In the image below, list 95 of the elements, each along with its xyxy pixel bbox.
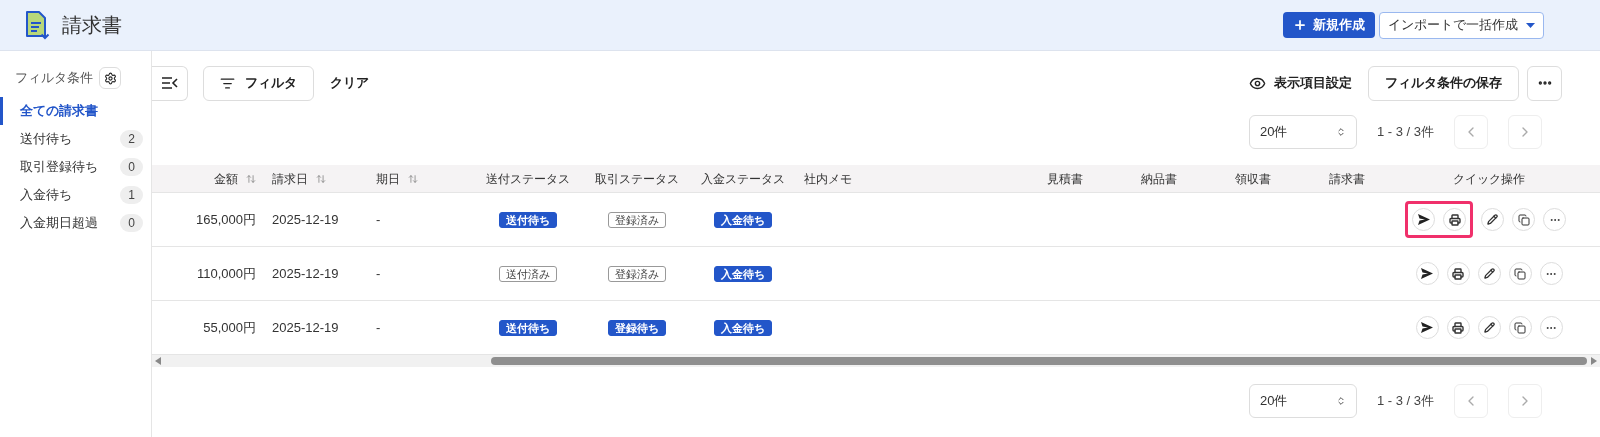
- copy-button[interactable]: [1508, 262, 1532, 285]
- sort-icon[interactable]: [246, 173, 256, 184]
- count-badge: 0: [120, 214, 143, 232]
- column-header: 見積書: [1047, 170, 1083, 188]
- count-badge: 0: [120, 158, 143, 176]
- send-button[interactable]: [1412, 208, 1435, 231]
- column-header: 取引ステータス: [595, 170, 679, 188]
- page-size-select[interactable]: 20件: [1248, 115, 1357, 149]
- page-size-select[interactable]: 20件: [1248, 384, 1357, 418]
- send-icon: [1417, 214, 1430, 225]
- status-badge: 送付待ち: [499, 319, 557, 336]
- sidebar-item[interactable]: 入金期日超過 0: [0, 209, 151, 237]
- sort-icon[interactable]: [316, 173, 326, 184]
- edit-button[interactable]: [1481, 208, 1504, 231]
- printer-icon: [1448, 213, 1461, 226]
- edit-button[interactable]: [1477, 262, 1501, 285]
- column-header: 納品書: [1141, 170, 1177, 188]
- print-button[interactable]: [1446, 316, 1470, 339]
- invoice-document-icon: [24, 10, 50, 40]
- page-title: 請求書: [62, 13, 122, 38]
- send-icon: [1421, 268, 1433, 279]
- copy-icon: [1514, 321, 1526, 334]
- scroll-left-icon[interactable]: [155, 357, 161, 365]
- status-badge: 登録待ち: [608, 319, 666, 336]
- sidebar-item[interactable]: 取引登録待ち 0: [0, 153, 151, 181]
- date-cell-text: 2025-12-19: [272, 264, 339, 283]
- copy-icon: [1514, 267, 1526, 280]
- filter-icon: [220, 75, 235, 91]
- filter-button[interactable]: フィルタ: [203, 65, 314, 101]
- page-range: 1 - 3 / 3件: [1376, 123, 1434, 142]
- column-header: 領収書: [1235, 170, 1271, 188]
- import-dropdown[interactable]: インポートで一括作成: [1379, 11, 1544, 39]
- column-header[interactable]: 期日: [376, 169, 400, 188]
- settings-button[interactable]: [99, 67, 121, 89]
- updown-icon: [1335, 127, 1346, 137]
- clear-link[interactable]: クリア: [330, 73, 369, 93]
- copy-button[interactable]: [1508, 316, 1532, 339]
- status-badge: 入金待ち: [714, 265, 772, 282]
- status-badge: 入金待ち: [714, 319, 772, 336]
- status-badge: 登録済み: [608, 265, 666, 282]
- horizontal-scrollbar[interactable]: [152, 355, 1600, 367]
- column-header: 送付ステータス: [486, 170, 570, 188]
- copy-button[interactable]: [1512, 208, 1535, 231]
- status-badge: 送付済み: [499, 265, 557, 282]
- due-date-cell-text: -: [376, 318, 381, 337]
- sidebar-item[interactable]: 送付待ち 2: [0, 125, 151, 153]
- printer-icon: [1452, 267, 1464, 280]
- due-date-cell-text: -: [376, 264, 381, 283]
- pencil-icon: [1487, 214, 1498, 225]
- new-button[interactable]: 新規作成: [1283, 12, 1375, 38]
- status-badge: 入金待ち: [714, 211, 772, 228]
- column-header: 入金ステータス: [701, 170, 785, 188]
- amount-cell-text: 55,000円: [203, 318, 256, 337]
- more-actions-button[interactable]: [1539, 316, 1563, 339]
- caret-icon: [1526, 22, 1535, 28]
- column-header[interactable]: 金額: [214, 169, 238, 188]
- column-header: 請求書: [1329, 170, 1365, 188]
- due-date-cell-text: -: [376, 210, 381, 229]
- count-badge: 2: [120, 130, 143, 148]
- send-button[interactable]: [1415, 316, 1439, 339]
- more-actions-button[interactable]: [1539, 262, 1563, 285]
- amount-cell-text: 110,000円: [196, 264, 256, 283]
- more-button[interactable]: [1527, 65, 1562, 101]
- column-header[interactable]: 請求日: [272, 169, 308, 188]
- printer-icon: [1452, 321, 1464, 334]
- pencil-icon: [1483, 322, 1495, 333]
- sidebar-item[interactable]: 入金待ち 1: [0, 181, 151, 209]
- column-header: 社内メモ: [804, 170, 852, 188]
- date-cell-text: 2025-12-19: [272, 318, 339, 337]
- send-icon: [1421, 322, 1433, 333]
- page-range: 1 - 3 / 3件: [1376, 392, 1434, 411]
- collapse-icon: [161, 77, 178, 89]
- more-actions-button[interactable]: [1543, 208, 1566, 231]
- edit-button[interactable]: [1477, 316, 1501, 339]
- collapse-sidebar-button[interactable]: [152, 65, 188, 101]
- amount-cell-text: 165,000円: [196, 210, 256, 229]
- copy-icon: [1517, 213, 1530, 226]
- count-badge: 1: [120, 186, 143, 204]
- status-badge: 送付待ち: [499, 211, 557, 228]
- sidebar-title: フィルタ条件: [15, 69, 93, 88]
- print-button[interactable]: [1446, 262, 1470, 285]
- plus-icon: [1293, 18, 1307, 32]
- send-button[interactable]: [1415, 262, 1439, 285]
- column-header: クイック操作: [1453, 170, 1525, 188]
- sort-icon[interactable]: [408, 173, 418, 184]
- updown-icon: [1335, 396, 1346, 406]
- save-filter-button[interactable]: フィルタ条件の保存: [1368, 65, 1519, 101]
- sidebar-item[interactable]: 全ての請求書: [0, 97, 151, 125]
- pencil-icon: [1483, 268, 1495, 279]
- scroll-right-icon[interactable]: [1591, 357, 1597, 365]
- gear-icon: [103, 71, 117, 85]
- date-cell-text: 2025-12-19: [272, 210, 339, 229]
- print-button[interactable]: [1443, 208, 1466, 231]
- status-badge: 登録済み: [608, 211, 666, 228]
- column-settings-button[interactable]: 表示項目設定: [1249, 73, 1352, 93]
